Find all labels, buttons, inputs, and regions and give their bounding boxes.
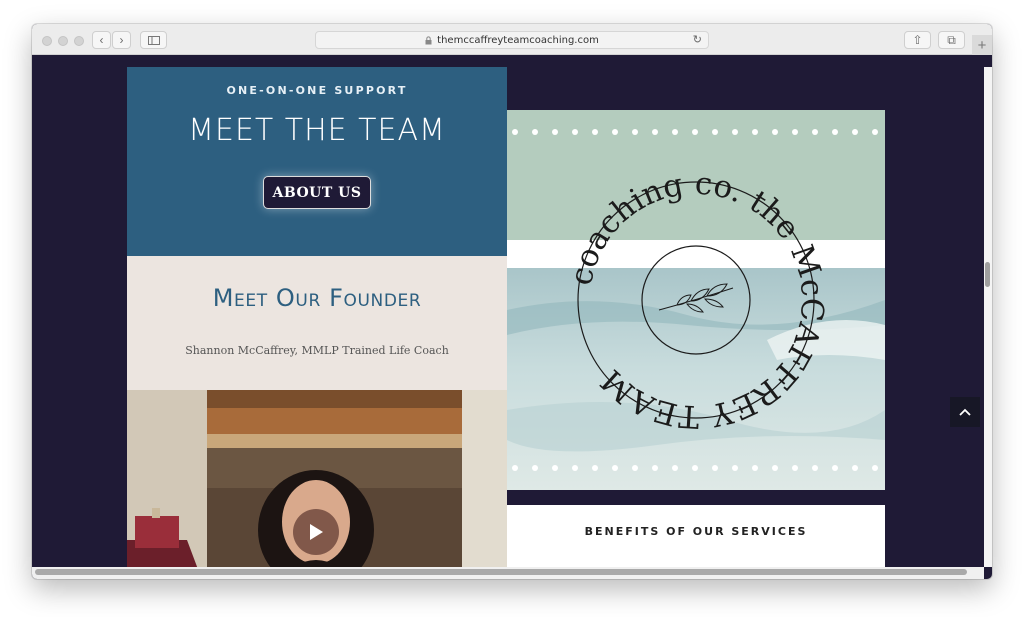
- url-text: themccaffreyteamcoaching.com: [437, 34, 599, 46]
- sidebar-icon: [147, 35, 160, 45]
- forward-icon: ›: [119, 33, 124, 47]
- team-title: MEET THE TEAM: [188, 113, 446, 148]
- logo-image: coaching co. the McCAFFREY TEAM: [507, 110, 885, 490]
- browser-toolbar: ‹ › themccaffreyteamcoaching.com ↻ ⇧ ⧉ +: [32, 24, 992, 55]
- reload-icon[interactable]: ↻: [693, 33, 702, 46]
- forward-button[interactable]: ›: [112, 31, 131, 49]
- vertical-scrollbar-track: [984, 67, 992, 567]
- about-us-button[interactable]: ABOUT US: [263, 176, 371, 209]
- horizontal-scrollbar-thumb[interactable]: [35, 569, 967, 575]
- plus-icon: +: [977, 36, 987, 54]
- founder-video[interactable]: [127, 390, 507, 567]
- back-icon: ‹: [99, 33, 104, 47]
- new-tab-button[interactable]: +: [972, 35, 992, 55]
- benefits-title: BENEFITS OF OUR SERVICES: [584, 525, 808, 538]
- team-section: ONE-ON-ONE SUPPORT MEET THE TEAM ABOUT U…: [127, 67, 507, 256]
- browser-window: ‹ › themccaffreyteamcoaching.com ↻ ⇧ ⧉ +…: [32, 24, 992, 579]
- play-button[interactable]: [293, 509, 339, 555]
- lock-icon: [425, 35, 432, 44]
- founder-title: Meet Our Founder: [212, 284, 422, 312]
- minimize-window-button[interactable]: [58, 36, 68, 46]
- vertical-scrollbar-thumb[interactable]: [985, 262, 990, 287]
- play-icon: [310, 524, 323, 540]
- founder-subtitle: Shannon McCaffrey, MMLP Trained Life Coa…: [185, 344, 449, 357]
- benefits-section: BENEFITS OF OUR SERVICES: [507, 505, 885, 567]
- sidebar-button[interactable]: [140, 31, 167, 49]
- share-icon: ⇧: [912, 33, 923, 47]
- back-button[interactable]: ‹: [92, 31, 111, 49]
- close-window-button[interactable]: [42, 36, 52, 46]
- tabs-button[interactable]: ⧉: [938, 31, 965, 49]
- share-button[interactable]: ⇧: [904, 31, 931, 49]
- logo-graphic: coaching co. the McCAFFREY TEAM: [507, 110, 885, 490]
- page-content: ONE-ON-ONE SUPPORT MEET THE TEAM ABOUT U…: [32, 67, 992, 567]
- tabs-icon: ⧉: [947, 32, 956, 47]
- address-bar[interactable]: themccaffreyteamcoaching.com ↻: [315, 31, 709, 49]
- founder-section: Meet Our Founder Shannon McCaffrey, MMLP…: [127, 256, 507, 390]
- chevron-up-icon: [959, 408, 971, 416]
- zoom-window-button[interactable]: [74, 36, 84, 46]
- team-kicker: ONE-ON-ONE SUPPORT: [226, 84, 408, 97]
- scroll-to-top-button[interactable]: [950, 397, 980, 427]
